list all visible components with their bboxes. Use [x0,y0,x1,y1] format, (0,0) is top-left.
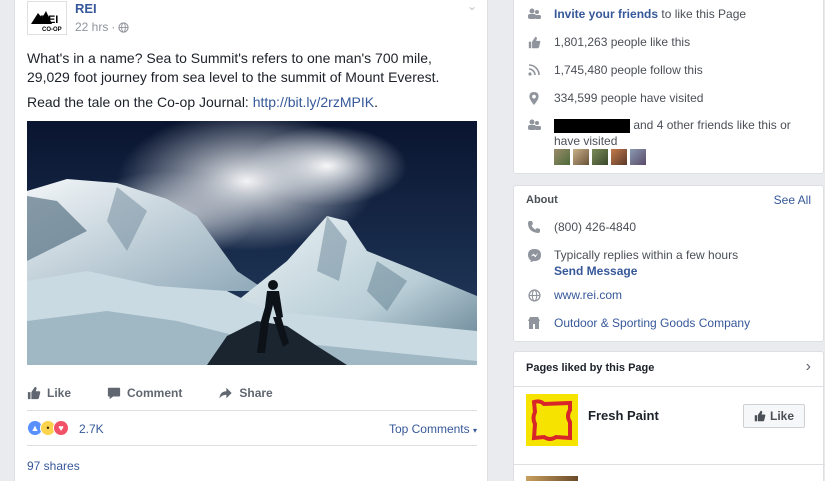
post-options-chevron-icon[interactable]: ⌄ [467,0,477,13]
phone-number: (800) 426-4840 [554,220,637,234]
chevron-right-icon[interactable]: › [806,358,811,376]
community-card: Invite your friends to like this Page 1,… [513,0,824,174]
next-page-thumb[interactable] [526,476,578,481]
shop-icon [526,315,542,331]
friends-icon [526,6,542,22]
comment-button[interactable]: Comment [107,386,182,400]
reactions-bar: ▲ • ♥ 2.7K Top Comments ▾ [27,419,477,439]
post-actions: Like Comment Share [27,379,477,407]
messenger-icon [526,247,542,263]
love-reaction-icon: ♥ [53,420,69,436]
follows-text: 1,745,480 people follow this [554,63,703,77]
pages-liked-divider [514,386,825,387]
visited-text: 334,599 people have visited [554,91,704,105]
replies-text: Typically replies within a few hours [554,248,739,262]
fresh-paint-name[interactable]: Fresh Paint [588,408,659,423]
rei-mountain-icon: REI CO-OP [31,11,62,33]
logo-subtext: CO-OP [42,27,62,33]
top-comments-dropdown[interactable]: Top Comments ▾ [389,422,477,436]
mountain-image [27,121,477,365]
likes-text: 1,801,263 people like this [554,35,691,49]
friends-row: and 4 other friends like this or have vi… [526,117,806,149]
everest-photo[interactable] [27,121,477,365]
thumbs-up-icon [754,410,766,422]
follows-row: 1,745,480 people follow this [526,62,703,78]
actions-divider [27,410,477,411]
website-link[interactable]: www.rei.com [554,287,622,303]
invite-friends-link[interactable]: Invite your friends [554,7,658,21]
thumbs-up-icon [27,386,41,400]
friend-avatar[interactable] [611,149,627,165]
share-arrow-icon [219,387,232,399]
globe-icon[interactable] [118,21,129,33]
website-row: www.rei.com [526,287,622,303]
caret-down-icon: ▾ [472,426,477,435]
about-card: About See All (800) 426-4840 Typically r… [513,185,824,342]
like-label: Like [47,386,72,400]
logo-text: REI [40,14,58,26]
share-button[interactable]: Share [218,386,273,400]
invite-row: Invite your friends to like this Page [526,6,746,22]
like-button[interactable]: Like [27,386,71,400]
see-all-link[interactable]: See All [774,193,811,207]
pages-liked-card: Pages liked by this Page › Fresh Paint L… [513,351,825,481]
reaction-icons[interactable]: ▲ • ♥ [27,420,69,436]
post-text-line2-suffix: . [374,94,378,110]
pages-liked-title: Pages liked by this Page [526,362,655,374]
paint-frame-icon [526,394,578,446]
fresh-paint-logo[interactable] [526,394,578,446]
post-text-line2-prefix: Read the tale on the Co-op Journal: [27,94,253,110]
reaction-count[interactable]: 2.7K [79,422,104,436]
friend-avatar[interactable] [592,149,608,165]
reactions-divider [27,445,477,446]
globe-icon [526,287,542,303]
about-title: About [526,194,558,206]
friend-avatar[interactable] [554,149,570,165]
send-message-link[interactable]: Send Message [554,264,637,278]
page-name-link[interactable]: REI [75,1,97,16]
like-button-label: Like [769,409,794,423]
post-link[interactable]: http://bit.ly/2rzMPIK [253,94,374,110]
friends-icon [526,117,542,133]
thumbs-up-icon [526,34,542,50]
post-time[interactable]: 22 hrs [75,20,108,34]
post-meta: 22 hrs · [75,20,129,34]
friend-avatars [554,149,646,165]
shares-link[interactable]: 97 shares [27,459,80,473]
pages-liked-divider [514,464,825,465]
post-text: What's in a name? Sea to Summit's refers… [27,49,477,118]
visited-row: 334,599 people have visited [526,90,703,106]
friend-avatar[interactable] [573,149,589,165]
category-row: Outdoor & Sporting Goods Company [526,315,750,331]
messenger-row: Typically replies within a few hours Send… [526,247,738,279]
meta-dot: · [111,20,116,34]
speech-bubble-icon [107,387,121,400]
category-link[interactable]: Outdoor & Sporting Goods Company [554,315,750,331]
post-card: REI CO-OP REI 22 hrs · ⌄ What's in a nam… [14,0,488,481]
post-text-line1: What's in a name? Sea to Summit's refers… [27,50,440,85]
location-pin-icon [526,90,542,106]
likes-row: 1,801,263 people like this [526,34,690,50]
post-text-line2: Read the tale on the Co-op Journal: http… [27,93,477,112]
redacted-friend-name [554,118,630,133]
phone-row: (800) 426-4840 [526,219,636,235]
share-label: Share [239,386,273,400]
fresh-paint-like-button[interactable]: Like [743,404,805,428]
rss-icon [526,62,542,78]
friend-avatar[interactable] [630,149,646,165]
top-comments-label: Top Comments [388,422,470,436]
phone-icon [526,219,542,235]
post-header: REI CO-OP REI 22 hrs · ⌄ [27,0,477,39]
rei-logo[interactable]: REI CO-OP [27,1,67,35]
comment-label: Comment [127,386,183,400]
invite-suffix: to like this Page [658,7,747,21]
